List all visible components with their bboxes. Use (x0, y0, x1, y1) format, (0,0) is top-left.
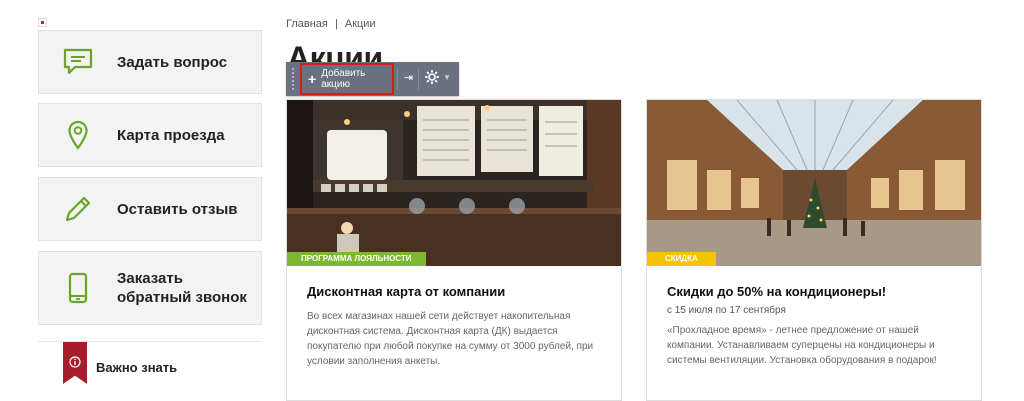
promo-tag: ПРОГРАММА ЛОЯЛЬНОСТИ (287, 252, 426, 266)
pencil-icon (39, 194, 117, 224)
promo-card[interactable]: СКИДКА Скидки до 50% на кондиционеры! с … (646, 99, 982, 401)
cafe-photo (287, 100, 621, 266)
promo-title[interactable]: Дисконтная карта от компании (307, 284, 505, 299)
map-pin-icon (39, 120, 117, 150)
promo-title[interactable]: Скидки до 50% на кондиционеры! (667, 284, 886, 299)
phone-icon (39, 272, 117, 304)
plus-icon: + (308, 71, 317, 87)
promo-description: Во всех магазинах нашей сети действует н… (307, 311, 594, 367)
promo-description: «Прохладное время» - летнее предложение … (667, 325, 937, 366)
sidebar-item-map[interactable]: Карта проезда (38, 103, 262, 167)
add-promo-button[interactable]: + Добавить акцию (300, 63, 394, 95)
add-promo-label: Добавить акцию (321, 68, 366, 90)
admin-toolbar: + Добавить акцию ⇥ ▼ (286, 62, 459, 96)
sidebar-item-leave-review[interactable]: Оставить отзыв (38, 177, 262, 241)
breadcrumb-current: Акции (344, 18, 376, 30)
sidebar-item-label: Карта проезда (117, 126, 225, 144)
breadcrumb: Главная | Акции (286, 18, 380, 30)
sidebar-item-ask-question[interactable]: Задать вопрос (38, 30, 262, 94)
pin-icon[interactable]: ⇥ (404, 71, 413, 84)
breadcrumb-home-link[interactable]: Главная (286, 18, 328, 30)
sidebar-item-label: Заказать обратный звонок (117, 270, 247, 306)
promo-date: с 15 июля по 17 сентября (667, 305, 786, 316)
breadcrumb-separator: | (334, 18, 338, 30)
sidebar-item-label: Оставить отзыв (117, 200, 238, 218)
sidebar-item-callback[interactable]: Заказать обратный звонок (38, 251, 262, 325)
promo-tag: СКИДКА (647, 252, 716, 266)
promo-card[interactable]: ПРОГРАММА ЛОЯЛЬНОСТИ Дисконтная карта от… (286, 99, 622, 401)
important-label: Важно знать (96, 360, 178, 375)
sidebar-item-label: Задать вопрос (117, 53, 228, 71)
info-icon (69, 356, 81, 368)
shopping-arcade-photo (647, 100, 981, 266)
bookmark-flag (63, 342, 87, 384)
important-info-block[interactable]: Важно знать (38, 341, 262, 401)
edit-mode-marker[interactable] (38, 18, 47, 27)
drag-handle[interactable] (286, 62, 300, 96)
gear-icon[interactable] (424, 69, 440, 90)
chat-icon (39, 48, 117, 76)
chevron-down-icon[interactable]: ▼ (443, 73, 451, 82)
